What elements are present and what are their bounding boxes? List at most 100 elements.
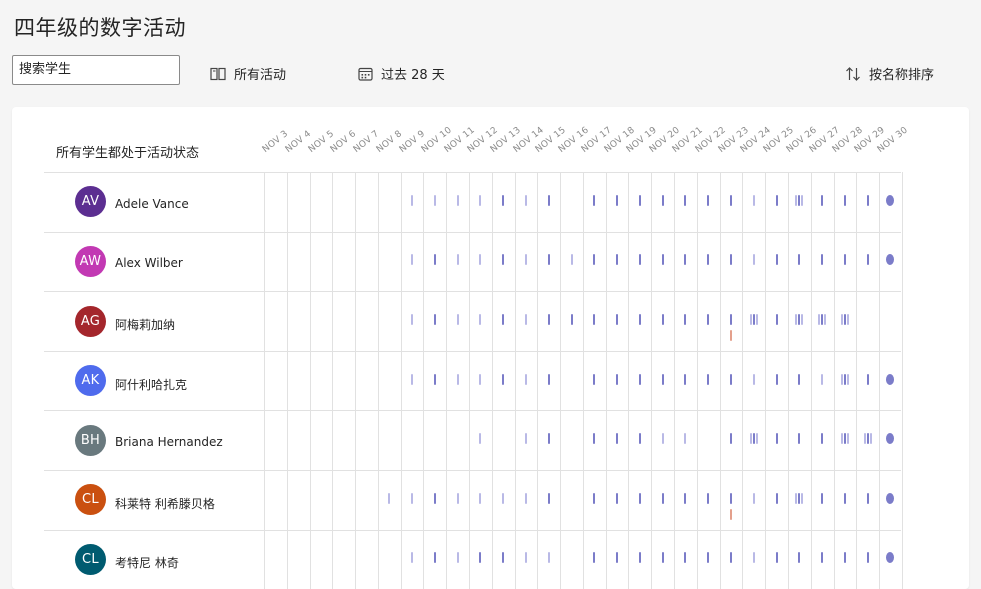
activity-mark[interactable] — [433, 314, 436, 325]
activity-mark[interactable] — [616, 433, 619, 445]
activity-mark[interactable] — [707, 194, 710, 206]
activity-mark[interactable] — [411, 194, 414, 206]
activity-mark[interactable] — [752, 433, 755, 445]
activity-mark[interactable] — [661, 254, 664, 266]
activity-mark[interactable] — [795, 314, 798, 325]
activity-mark[interactable] — [798, 373, 801, 385]
activity-mark[interactable] — [593, 194, 596, 206]
activity-mark[interactable] — [824, 314, 827, 325]
activity-mark[interactable] — [616, 314, 619, 325]
activity-mark[interactable] — [846, 373, 849, 385]
activity-mark[interactable] — [593, 314, 596, 325]
activity-mark[interactable] — [866, 373, 869, 385]
activity-mark[interactable] — [524, 194, 527, 206]
activity-mark[interactable] — [755, 314, 758, 325]
activity-mark[interactable] — [661, 492, 664, 504]
activity-mark[interactable] — [729, 433, 732, 445]
activity-mark[interactable] — [843, 492, 846, 504]
activity-mark[interactable] — [479, 314, 482, 325]
activity-mark[interactable] — [729, 194, 732, 206]
student-name[interactable]: 科莱特 利希滕贝格 — [115, 495, 215, 512]
activity-mark[interactable] — [752, 314, 755, 325]
activity-mark[interactable] — [456, 194, 459, 206]
activity-mark[interactable] — [798, 194, 801, 206]
activity-mark[interactable] — [411, 552, 414, 564]
activity-mark[interactable] — [729, 552, 732, 564]
student-name[interactable]: 阿什利哈扎克 — [115, 376, 187, 393]
activity-mark[interactable] — [707, 552, 710, 564]
activity-mark[interactable] — [661, 314, 664, 325]
activity-mark[interactable] — [684, 194, 687, 206]
activity-mark[interactable] — [570, 314, 573, 325]
activity-mark[interactable] — [866, 552, 869, 564]
activity-mark[interactable] — [433, 194, 436, 206]
alert-mark[interactable] — [729, 330, 732, 341]
activity-mark[interactable] — [638, 373, 641, 385]
activity-mark[interactable] — [775, 433, 778, 445]
search-input[interactable]: 搜索学生 — [12, 55, 180, 85]
activity-mark[interactable] — [638, 194, 641, 206]
activity-mark[interactable] — [411, 314, 414, 325]
activity-mark[interactable] — [801, 492, 804, 504]
student-name[interactable]: Briana Hernandez — [115, 435, 223, 449]
activity-mark[interactable] — [479, 254, 482, 266]
activity-mark[interactable] — [729, 492, 732, 504]
activity-mark[interactable] — [433, 552, 436, 564]
activity-mark[interactable] — [775, 552, 778, 564]
activity-mark[interactable] — [547, 552, 550, 564]
activity-mark[interactable] — [843, 552, 846, 564]
activity-mark[interactable] — [616, 373, 619, 385]
activity-mark[interactable] — [547, 373, 550, 385]
student-name[interactable]: 阿梅莉加纳 — [115, 316, 175, 333]
date-range-button[interactable]: 过去 28 天 — [358, 64, 445, 83]
activity-mark[interactable] — [547, 433, 550, 445]
activity-mark[interactable] — [433, 373, 436, 385]
activity-mark[interactable] — [616, 254, 619, 266]
activity-dot[interactable] — [886, 254, 895, 266]
activity-mark[interactable] — [502, 492, 505, 504]
activity-mark[interactable] — [456, 314, 459, 325]
activity-dot[interactable] — [886, 492, 895, 504]
activity-mark[interactable] — [866, 254, 869, 266]
activity-mark[interactable] — [749, 433, 752, 445]
activity-mark[interactable] — [479, 492, 482, 504]
activity-mark[interactable] — [752, 194, 755, 206]
activity-mark[interactable] — [684, 552, 687, 564]
activity-mark[interactable] — [798, 254, 801, 266]
activity-mark[interactable] — [524, 552, 527, 564]
activity-mark[interactable] — [638, 552, 641, 564]
activity-mark[interactable] — [433, 492, 436, 504]
activity-dot[interactable] — [886, 194, 895, 206]
activity-mark[interactable] — [866, 492, 869, 504]
activity-mark[interactable] — [479, 194, 482, 206]
activity-mark[interactable] — [752, 552, 755, 564]
activity-filter-button[interactable]: 所有活动 — [210, 64, 286, 83]
activity-mark[interactable] — [821, 254, 824, 266]
activity-mark[interactable] — [707, 254, 710, 266]
activity-mark[interactable] — [869, 433, 872, 445]
activity-mark[interactable] — [638, 254, 641, 266]
activity-mark[interactable] — [843, 254, 846, 266]
activity-mark[interactable] — [863, 433, 866, 445]
activity-mark[interactable] — [502, 254, 505, 266]
activity-mark[interactable] — [798, 314, 801, 325]
activity-mark[interactable] — [661, 433, 664, 445]
activity-mark[interactable] — [840, 433, 843, 445]
activity-mark[interactable] — [846, 433, 849, 445]
activity-mark[interactable] — [479, 373, 482, 385]
activity-mark[interactable] — [775, 373, 778, 385]
activity-mark[interactable] — [818, 314, 821, 325]
activity-mark[interactable] — [593, 373, 596, 385]
activity-mark[interactable] — [684, 433, 687, 445]
activity-mark[interactable] — [729, 314, 732, 325]
activity-mark[interactable] — [593, 433, 596, 445]
activity-mark[interactable] — [775, 254, 778, 266]
activity-dot[interactable] — [886, 433, 895, 445]
activity-mark[interactable] — [846, 314, 849, 325]
activity-mark[interactable] — [593, 254, 596, 266]
activity-mark[interactable] — [547, 492, 550, 504]
student-name[interactable]: Alex Wilber — [115, 256, 183, 270]
activity-mark[interactable] — [456, 552, 459, 564]
activity-mark[interactable] — [638, 433, 641, 445]
activity-mark[interactable] — [801, 314, 804, 325]
